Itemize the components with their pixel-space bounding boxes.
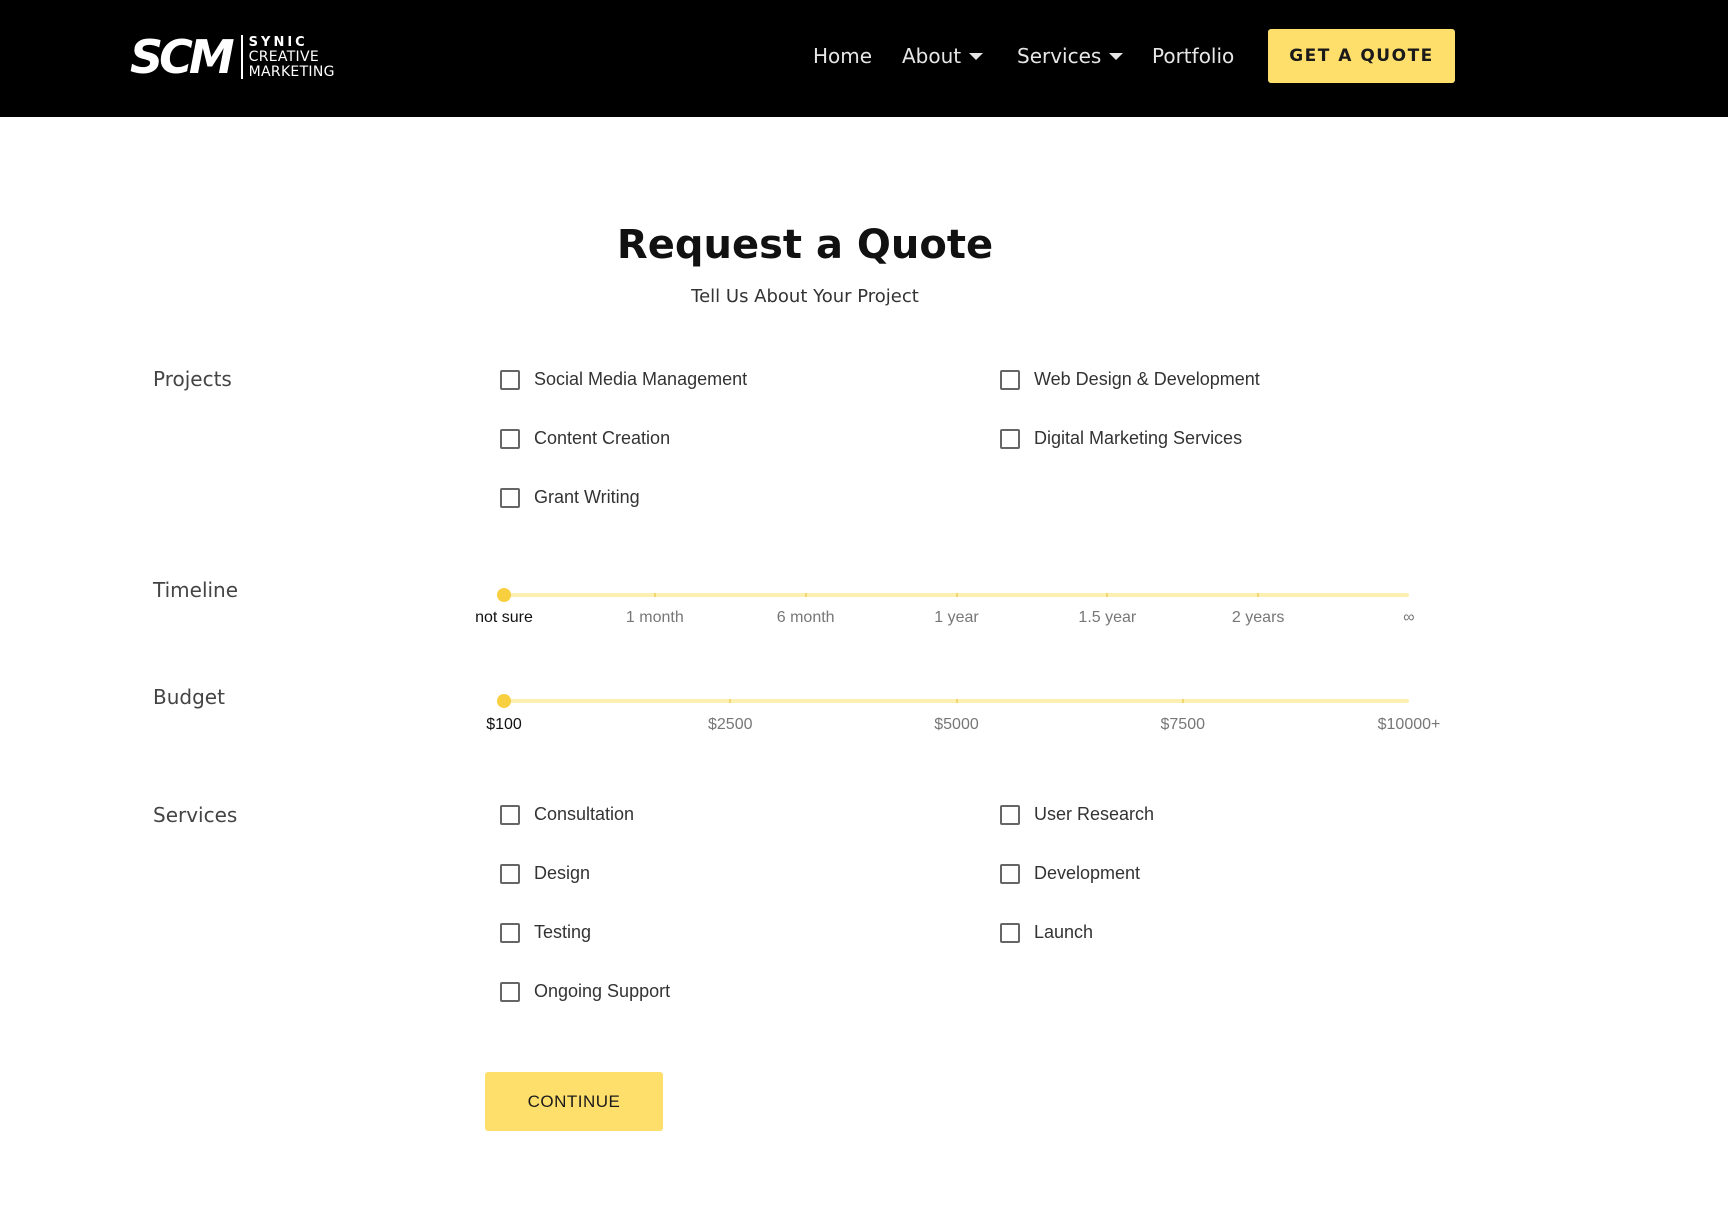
site-header: SCM SYNIC CREATIVE MARKETING Home About … bbox=[0, 0, 1728, 117]
service-option-ongoing-support[interactable]: Ongoing Support bbox=[500, 981, 670, 1002]
timeline-slider-step-label[interactable]: not sure bbox=[475, 609, 533, 627]
checkbox[interactable] bbox=[1000, 863, 1020, 884]
logo[interactable]: SCM SYNIC CREATIVE MARKETING bbox=[130, 32, 335, 82]
budget-slider-tick bbox=[1181, 699, 1184, 703]
logo-divider bbox=[240, 35, 243, 79]
timeline-slider-step-label[interactable]: 2 years bbox=[1232, 609, 1284, 627]
service-option-testing[interactable]: Testing bbox=[500, 922, 591, 943]
services-label: Services bbox=[153, 803, 238, 827]
checkbox[interactable] bbox=[500, 922, 520, 943]
logo-line-2: CREATIVE bbox=[248, 48, 320, 65]
budget-slider-step-label[interactable]: $2500 bbox=[708, 716, 753, 734]
checkbox[interactable] bbox=[500, 487, 520, 508]
checkbox-label: Design bbox=[534, 863, 591, 883]
get-a-quote-button[interactable]: GET A QUOTE bbox=[1268, 29, 1455, 83]
checkbox-label: Digital Marketing Services bbox=[1034, 428, 1243, 448]
timeline-slider-tick bbox=[1257, 593, 1260, 597]
checkbox-label: Testing bbox=[534, 922, 592, 942]
checkbox[interactable] bbox=[500, 804, 520, 825]
service-option-development[interactable]: Development bbox=[1000, 863, 1140, 884]
checkbox-label: Content Creation bbox=[534, 428, 671, 448]
nav-about[interactable]: About bbox=[902, 38, 984, 74]
budget-slider-step-label[interactable]: $5000 bbox=[934, 716, 979, 734]
checkbox-label: Development bbox=[1034, 863, 1141, 883]
checkbox-label: Web Design & Development bbox=[1034, 369, 1260, 389]
timeline-label: Timeline bbox=[153, 578, 239, 602]
checkbox-label: Launch bbox=[1034, 922, 1094, 942]
projects-label: Projects bbox=[153, 367, 232, 391]
page-title: Request a Quote bbox=[616, 222, 994, 268]
checkbox-label: Social Media Management bbox=[534, 369, 748, 389]
timeline-slider-step-label[interactable]: 1.5 year bbox=[1078, 609, 1136, 627]
checkbox-label: Grant Writing bbox=[534, 487, 640, 507]
logo-mark: SCM bbox=[130, 30, 235, 84]
chevron-down-icon bbox=[1109, 52, 1124, 60]
budget-label: Budget bbox=[153, 685, 225, 709]
budget-slider-step-label[interactable]: $7500 bbox=[1161, 716, 1206, 734]
chevron-down-icon bbox=[969, 52, 984, 60]
budget-slider-step-label[interactable]: $100 bbox=[486, 716, 522, 734]
checkbox[interactable] bbox=[1000, 804, 1020, 825]
logo-text: SYNIC CREATIVE MARKETING bbox=[249, 35, 335, 80]
timeline-slider-step-label[interactable]: 1 month bbox=[626, 609, 684, 627]
project-option-digital-marketing-services[interactable]: Digital Marketing Services bbox=[1000, 428, 1242, 449]
logo-line-3: MARKETING bbox=[248, 63, 335, 80]
checkbox-label: Ongoing Support bbox=[534, 981, 671, 1001]
project-option-content-creation[interactable]: Content Creation bbox=[500, 428, 670, 449]
checkbox-label: Consultation bbox=[534, 804, 635, 824]
timeline-slider-tick bbox=[804, 593, 807, 597]
checkbox[interactable] bbox=[500, 428, 520, 449]
timeline-slider-step-label[interactable]: 6 month bbox=[777, 609, 835, 627]
nav-portfolio[interactable]: Portfolio bbox=[1152, 38, 1234, 74]
budget-slider-step-label[interactable]: $10000+ bbox=[1378, 716, 1441, 734]
checkbox[interactable] bbox=[500, 863, 520, 884]
budget-slider-tick bbox=[729, 699, 732, 703]
project-option-grant-writing[interactable]: Grant Writing bbox=[500, 487, 640, 508]
project-option-social-media-management[interactable]: Social Media Management bbox=[500, 369, 747, 390]
checkbox[interactable] bbox=[500, 369, 520, 390]
continue-button[interactable]: CONTINUE bbox=[485, 1072, 663, 1131]
checkbox-label: User Research bbox=[1034, 804, 1155, 824]
nav-about-label: About bbox=[902, 44, 962, 68]
service-option-design[interactable]: Design bbox=[500, 863, 590, 884]
checkbox[interactable] bbox=[1000, 922, 1020, 943]
service-option-consultation[interactable]: Consultation bbox=[500, 804, 634, 825]
timeline-slider-tick bbox=[1106, 593, 1109, 597]
project-option-web-design-development[interactable]: Web Design & Development bbox=[1000, 369, 1260, 390]
budget-slider-thumb[interactable] bbox=[497, 694, 511, 708]
timeline-slider-step-label[interactable]: 1 year bbox=[934, 609, 978, 627]
nav-home-label: Home bbox=[813, 44, 873, 68]
page-subtitle: Tell Us About Your Project bbox=[691, 286, 919, 307]
logo-line-1: SYNIC bbox=[248, 34, 308, 50]
budget-slider-tick bbox=[955, 699, 958, 703]
timeline-slider-tick bbox=[653, 593, 656, 597]
nav-home[interactable]: Home bbox=[813, 38, 872, 74]
service-option-launch[interactable]: Launch bbox=[1000, 922, 1093, 943]
nav-services-label: Services bbox=[1017, 44, 1102, 68]
checkbox[interactable] bbox=[1000, 369, 1020, 390]
nav-services[interactable]: Services bbox=[1017, 38, 1124, 74]
nav-portfolio-label: Portfolio bbox=[1152, 44, 1235, 68]
timeline-slider-thumb[interactable] bbox=[497, 588, 511, 602]
timeline-slider-tick bbox=[955, 593, 958, 597]
service-option-user-research[interactable]: User Research bbox=[1000, 804, 1154, 825]
checkbox[interactable] bbox=[500, 981, 520, 1002]
timeline-slider-step-label[interactable]: ∞ bbox=[1403, 609, 1414, 627]
checkbox[interactable] bbox=[1000, 428, 1020, 449]
